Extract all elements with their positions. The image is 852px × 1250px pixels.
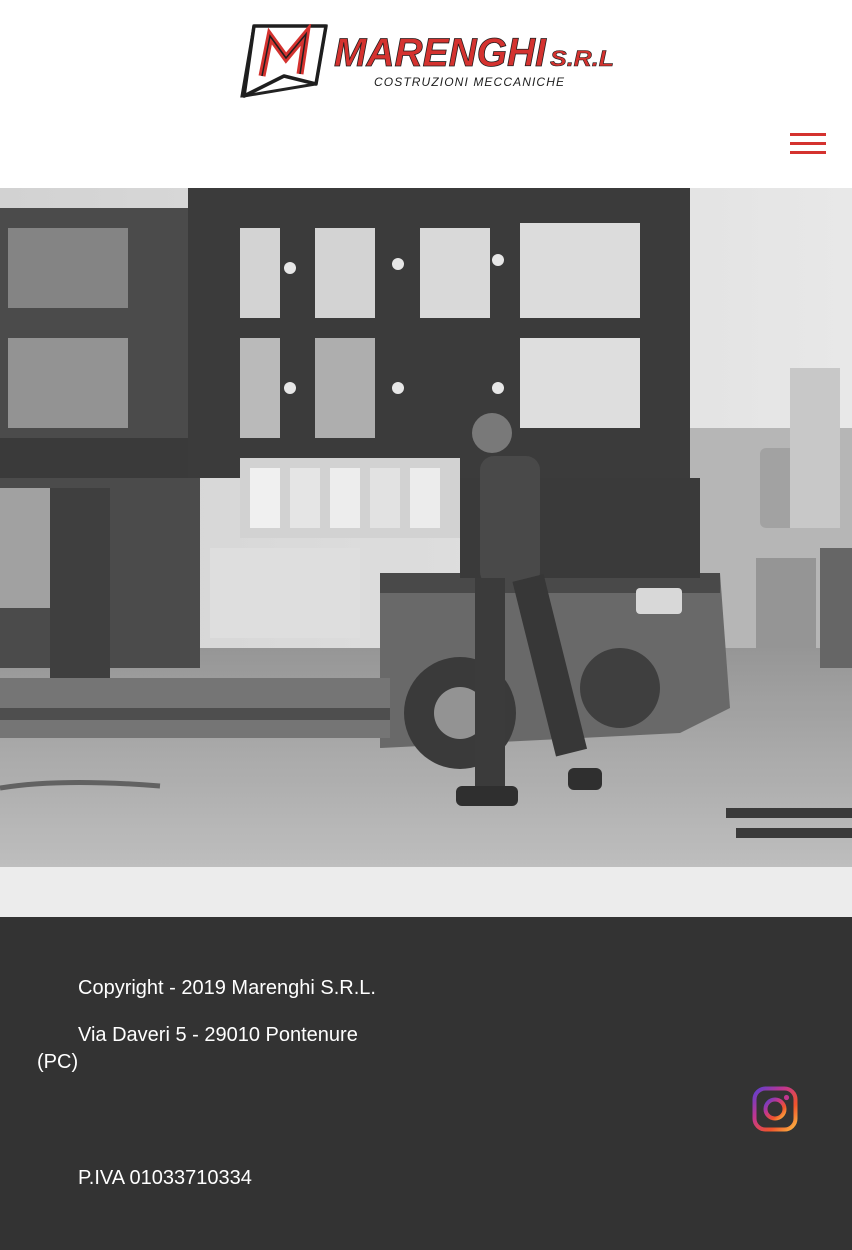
logo-tagline: COSTRUZIONI MECCANICHE [374, 75, 565, 89]
vat-number: P.IVA 01033710334 [78, 1167, 252, 1189]
address-text: Via Daveri 5 - 29010 Pontenure (PC) [37, 1024, 358, 1073]
copyright-text: Copyright - 2019 Marenghi S.R.L. [78, 977, 376, 999]
logo-name: MARENGHI [334, 31, 547, 75]
menu-bar [790, 151, 826, 154]
instagram-icon[interactable] [752, 1086, 798, 1132]
logo-suffix: S.R.L [550, 46, 614, 71]
site-footer [0, 917, 852, 1250]
menu-bar [790, 133, 826, 136]
company-logo[interactable]: MARENGHI S.R.L COSTRUZIONI MECCANICHE [240, 24, 616, 100]
menu-bar [790, 142, 826, 145]
site-header: MARENGHI S.R.L COSTRUZIONI MECCANICHE [0, 0, 852, 188]
section-separator [0, 867, 852, 917]
hamburger-menu-icon[interactable] [788, 131, 828, 157]
hero-image [0, 188, 852, 867]
